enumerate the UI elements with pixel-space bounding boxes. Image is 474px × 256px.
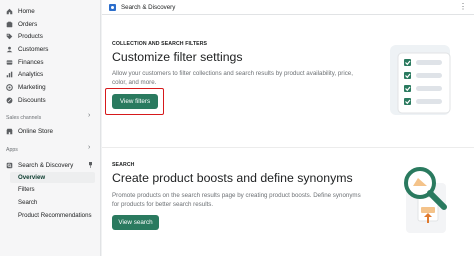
search-card-description: Promote products on the search results p… [112,192,361,208]
chevron-right-icon[interactable]: › [88,144,90,151]
filters-card-description: Allow your customers to filter collectio… [112,70,353,86]
search-card-label: SEARCH [112,162,135,168]
sidebar-item-home[interactable]: Home [6,5,35,17]
discount-icon [6,97,13,104]
sidebar-item-finances[interactable]: Finances [6,56,44,68]
sidebar: Home Orders Products Customers Finances … [0,0,101,256]
store-icon [6,128,13,135]
app-icon [109,3,116,11]
sidebar-sub-filters[interactable]: Filters [18,184,35,195]
main-content: COLLECTION AND SEARCH FILTERS Customize … [102,15,474,256]
chevron-right-icon[interactable]: › [88,112,90,119]
home-icon [6,8,13,15]
sidebar-item-label: Search & Discovery [18,161,74,169]
search-boost-illustration [404,167,447,233]
app-title: Search & Discovery [121,3,176,11]
person-icon [6,46,13,53]
sidebar-item-orders[interactable]: Orders [6,18,37,30]
filters-card-label: COLLECTION AND SEARCH FILTERS [112,41,208,47]
sidebar-item-label: Finances [18,58,44,66]
app-topbar: Search & Discovery ⋮ [102,0,474,15]
analytics-icon [6,71,13,78]
more-actions-icon[interactable]: ⋮ [459,2,467,11]
filters-card-title: Customize filter settings [112,50,243,64]
apps-label: Apps [6,147,18,153]
view-search-button[interactable]: View search [112,215,159,230]
sidebar-item-label: Orders [18,20,38,28]
sidebar-item-online-store[interactable]: Online Store [6,125,53,137]
sidebar-item-customers[interactable]: Customers [6,43,48,55]
marketing-icon [6,83,13,91]
filter-list-illustration [390,45,451,115]
app-icon [6,162,13,169]
sidebar-item-analytics[interactable]: Analytics [6,68,43,80]
sidebar-item-marketing[interactable]: Marketing [6,81,46,93]
sidebar-item-search-discovery[interactable]: Search & Discovery [6,159,73,171]
sidebar-item-label: Online Store [18,127,54,135]
sidebar-item-label: Customers [18,45,49,53]
sidebar-item-label: Discounts [18,96,46,104]
pin-icon[interactable] [88,162,93,168]
orders-icon [6,21,13,28]
highlight-box [105,88,164,115]
sidebar-sub-product-recommendations[interactable]: Product Recommendations [18,210,92,221]
sidebar-item-label: Products [18,32,43,40]
section-divider [102,147,474,148]
tag-icon [6,33,13,40]
sidebar-sub-search[interactable]: Search [18,197,37,208]
sidebar-item-label: Analytics [18,70,44,78]
sidebar-item-label: Marketing [18,83,46,91]
sales-channels-label: Sales channels [6,115,42,121]
sidebar-item-label: Home [18,7,35,15]
sidebar-item-discounts[interactable]: Discounts [6,94,46,106]
search-card-title: Create product boosts and define synonym… [112,171,353,185]
finances-icon [6,59,13,66]
sidebar-item-products[interactable]: Products [6,30,43,42]
sidebar-sub-overview[interactable]: Overview [10,172,95,183]
